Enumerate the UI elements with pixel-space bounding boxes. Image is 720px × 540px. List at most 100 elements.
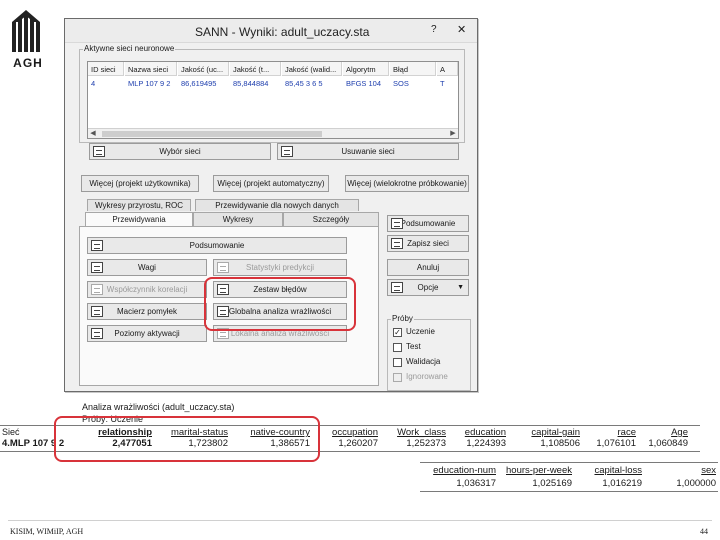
agh-logo: AGH — [8, 8, 48, 70]
footer-text: KISIM, WIMiIP, AGH — [10, 527, 84, 536]
table2-top-rule — [420, 462, 718, 463]
scroll-left-icon[interactable]: ◀ — [88, 129, 98, 139]
sens-value: 1,252373 — [406, 438, 446, 449]
options-icon — [391, 282, 403, 293]
col-header[interactable]: Jakość (walid... — [282, 62, 342, 76]
sample-valid-checkbox[interactable]: Walidacja — [393, 357, 440, 368]
table-cell[interactable]: MLP 107 9 2 — [125, 77, 177, 89]
table-cell[interactable]: 85,844884 — [230, 77, 281, 89]
select-nets-label: Wybór sieci — [159, 147, 201, 156]
sample-ignored-label: Ignorowane — [406, 372, 448, 381]
more-user-button[interactable]: Więcej (projekt użytkownika) — [81, 175, 199, 192]
checkbox-icon — [393, 358, 402, 367]
summary-right-icon — [391, 218, 403, 229]
col-header[interactable]: Nazwa sieci — [125, 62, 177, 76]
nets-table: ID sieci Nazwa sieci Jakość (uc... Jakoś… — [87, 61, 459, 139]
tab-predict-new[interactable]: Przewidywanie dla nowych danych — [195, 199, 359, 211]
sann-results-window: SANN - Wyniki: adult_uczacy.sta ? ✕ Akty… — [64, 18, 478, 392]
sens-header: race — [617, 427, 636, 438]
table-cell[interactable]: 4 — [88, 77, 124, 89]
weights-icon — [91, 262, 103, 273]
scroll-right-icon[interactable]: ▶ — [448, 129, 458, 139]
corr-coef-icon — [91, 284, 103, 295]
summary-panel-label: Podsumowanie — [189, 241, 245, 250]
col-header[interactable]: Jakość (t... — [230, 62, 281, 76]
pred-stats-icon — [217, 262, 229, 273]
horizontal-scrollbar[interactable]: ◀ ▶ — [88, 128, 458, 138]
col-header[interactable]: A — [437, 62, 458, 76]
sample-train-checkbox[interactable]: ✓ Uczenie — [393, 327, 435, 338]
tab-predictions[interactable]: Przewidywania — [85, 212, 193, 226]
save-nets-label: Zapisz sieci — [407, 239, 449, 248]
more-multi-button[interactable]: Więcej (wielokrotne próbkowanie) — [345, 175, 469, 192]
sample-test-label: Test — [406, 342, 421, 351]
sens-header: Work_class — [397, 427, 446, 438]
sens-value: 1,000000 — [676, 478, 716, 489]
highlight-top-inputs — [54, 416, 320, 462]
sample-valid-label: Walidacja — [406, 357, 441, 366]
sens-header: capital-gain — [531, 427, 580, 438]
sample-train-label: Uczenie — [406, 327, 435, 336]
conf-matrix-button[interactable]: Macierz pomyłek — [87, 303, 207, 320]
tab-details[interactable]: Szczegóły — [283, 212, 379, 226]
table-cell[interactable]: 86,619495 — [178, 77, 229, 89]
window-title: SANN - Wyniki: adult_uczacy.sta — [195, 25, 370, 39]
sens-value: 1,076101 — [596, 438, 636, 449]
table2-bottom-rule — [420, 491, 718, 492]
sens-value: 1,060849 — [648, 438, 688, 449]
sens-value: 1,224393 — [466, 438, 506, 449]
options-button[interactable]: Opcje ▼ — [387, 279, 469, 296]
weights-button[interactable]: Wagi — [87, 259, 207, 276]
delete-nets-icon — [281, 146, 293, 157]
save-nets-button[interactable]: Zapisz sieci — [387, 235, 469, 252]
sens-value: 1,036317 — [456, 478, 496, 489]
sensitivity-title: Analiza wrażliwości (adult_uczacy.sta) — [82, 402, 235, 412]
checkbox-icon — [393, 373, 402, 382]
select-nets-button[interactable]: Wybór sieci — [89, 143, 271, 160]
table-cell[interactable]: BFGS 104 — [343, 77, 389, 89]
sample-test-checkbox[interactable]: Test — [393, 342, 421, 353]
sens-header: sex — [701, 465, 716, 476]
window-titlebar: SANN - Wyniki: adult_uczacy.sta ? ✕ — [65, 19, 477, 43]
sens-header: education-num — [433, 465, 496, 476]
activation-icon — [91, 328, 103, 339]
col-header[interactable]: Błąd — [390, 62, 436, 76]
sample-ignored-checkbox[interactable]: Ignorowane — [393, 372, 448, 383]
col-header[interactable]: Algorytm — [343, 62, 389, 76]
summary-panel-button[interactable]: Podsumowanie — [87, 237, 347, 254]
summary-button[interactable]: Podsumowanie — [387, 215, 469, 232]
sens-value: 1,108506 — [540, 438, 580, 449]
active-nets-label: Aktywne sieci neuronowe — [83, 44, 176, 53]
corr-coef-button[interactable]: Współczynnik korelacji — [87, 281, 207, 298]
cancel-button[interactable]: Anuluj — [387, 259, 469, 276]
weights-label: Wagi — [138, 263, 156, 272]
table-cell[interactable]: 85,45 3 6 5 — [282, 77, 342, 89]
more-auto-button[interactable]: Więcej (projekt automatyczny) — [213, 175, 329, 192]
delete-nets-button[interactable]: Usuwanie sieci — [277, 143, 459, 160]
footer-rule — [8, 520, 712, 521]
sens-header: hours-per-week — [506, 465, 572, 476]
scroll-thumb[interactable] — [102, 131, 322, 137]
net-header: Sieć — [2, 427, 20, 437]
select-nets-icon — [93, 146, 105, 157]
col-header[interactable]: Jakość (uc... — [178, 62, 229, 76]
close-button[interactable]: ✕ — [457, 23, 466, 36]
options-label: Opcje — [417, 283, 439, 292]
activation-button[interactable]: Poziomy aktywacji — [87, 325, 207, 342]
agh-logo-text: AGH — [13, 56, 43, 70]
tab-lift-roc[interactable]: Wykresy przyrostu, ROC — [87, 199, 191, 211]
table-cell[interactable]: SOS — [390, 77, 436, 89]
save-icon — [391, 238, 403, 249]
summary-right-label: Podsumowanie — [400, 219, 456, 228]
col-header[interactable]: ID sieci — [88, 62, 124, 76]
page-number: 44 — [700, 527, 708, 536]
dropdown-arrow-icon: ▼ — [457, 284, 464, 291]
pred-stats-button[interactable]: Statystyki predykcji — [213, 259, 347, 276]
tab-charts[interactable]: Wykresy — [193, 212, 283, 226]
table-cell[interactable]: T — [437, 77, 458, 89]
sens-header: education — [464, 427, 506, 438]
activation-label: Poziomy aktywacji — [114, 329, 180, 338]
sens-value: 1,016219 — [602, 478, 642, 489]
help-button[interactable]: ? — [431, 24, 437, 35]
sens-header: Age — [671, 427, 688, 438]
